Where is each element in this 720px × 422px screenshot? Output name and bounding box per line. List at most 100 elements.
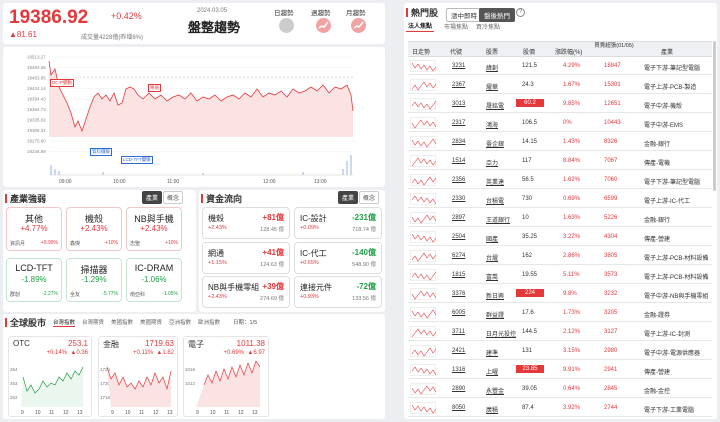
table-row[interactable]: 2897 王道銀行 10 1.63% 5226 金融-銀行 [408,210,712,227]
stock-code[interactable]: 3231 [452,63,465,69]
help-icon[interactable]: ? [516,8,525,17]
capital-card[interactable]: 連接元件 -72億 +0.93% 133.56 億 [294,276,382,308]
stock-net: 15301 [604,82,621,88]
stock-name[interactable]: 永豐金 [486,386,504,395]
stock-code[interactable]: 1316 [452,367,465,373]
stock-name[interactable]: 台積電 [486,196,504,205]
trend-month-icon[interactable] [351,18,366,33]
stock-code[interactable]: 6274 [452,253,465,259]
hot-tab-institutional[interactable]: 法人焦點 [406,20,435,32]
stock-name[interactable]: 新日興 [486,291,504,300]
stock-code[interactable]: 2356 [452,177,465,183]
table-row[interactable]: 3231 緯創 121.5 4.29% 18847 電子下游-筆記型電腦 [408,58,712,75]
stock-code[interactable]: 6005 [452,310,465,316]
table-row[interactable]: 2504 國產 35.25 3.22% 4304 傳產-營建 [408,229,712,246]
table-row[interactable]: 1815 富喬 19.55 5.11% 3573 電子上游-PCB-材料設備 [408,267,712,284]
industry-card[interactable]: 其他 +4.77% 資訊月 +9.99% [6,207,62,251]
stock-code[interactable]: 8050 [452,405,465,411]
table-row[interactable]: 8050 廣積 87.4 3.92% 2744 電子下游-工業電腦 [408,400,712,417]
stock-code[interactable]: 2367 [452,82,465,88]
stock-code[interactable]: 2834 [452,139,465,145]
stock-code[interactable]: 2421 [452,348,465,354]
capital-card[interactable]: IC-代工 -140億 +0.65% 548.90 億 [294,242,382,274]
trend-week-icon[interactable] [316,18,331,33]
table-row[interactable]: 3013 晟銘電 60.2 9.85% 12651 電子中游-機殼 [408,96,712,113]
stock-price: 87.4 [522,405,534,411]
table-row[interactable]: 3711 日月光投控 144.5 2.12% 3127 電子上游-IC-封測 [408,324,712,341]
stock-name[interactable]: 亞力 [486,158,498,167]
stock-code[interactable]: 2330 [452,196,465,202]
global-tab[interactable]: 歐洲指數 [198,318,220,326]
stock-name[interactable]: 台燿 [486,253,498,262]
global-tab[interactable]: 台灣期貨 [82,318,104,326]
stock-code[interactable]: 2504 [452,234,465,240]
stock-name[interactable]: 英業達 [486,177,504,186]
industry-card[interactable]: LCD-TFT -1.89% 群創 -2.27% [6,258,62,302]
intraday-chart[interactable]: 19513.27 19483.56 19453.85 19424.14 19394.43… [3,47,385,187]
stock-name[interactable]: 晟銘電 [486,101,504,110]
global-tab[interactable]: 台灣指數 [53,318,76,327]
global-tab[interactable]: 美國指數 [111,318,133,326]
hot-tab-market[interactable]: 市場焦點 [442,21,470,32]
stock-code[interactable]: 2897 [452,215,465,221]
table-row[interactable]: 1514 亞力 117 8.84% 7067 傳產-電機 [408,153,712,170]
stock-pct: 3.92% [563,405,581,411]
market-card[interactable]: OTC 253.1 +0.14% ▲0.36 254 253 252 9 10 11 12 13 [8,336,92,417]
stock-name[interactable]: 上曜 [486,367,498,376]
stock-name[interactable]: 國產 [486,234,498,243]
stock-name[interactable]: 群益證 [486,310,504,319]
stock-name[interactable]: 臺企銀 [486,139,504,148]
stock-name[interactable]: 燿華 [486,82,498,91]
capital-card[interactable]: IC-設計 -231億 +0.09% 718.74 億 [294,207,382,239]
industry-card[interactable]: 掃描器 -1.29% 全友 -5.77% [66,258,122,302]
stock-code[interactable]: 3013 [452,101,465,107]
index-volume: 成交量4228億(昨增6%) [81,35,144,41]
stock-code[interactable]: 2890 [452,386,465,392]
industry-card[interactable]: NB與手機 +2.43% 志聖 +10% [126,207,182,251]
scrollbar[interactable] [713,41,716,191]
capital-card[interactable]: 網通 +41億 +1.15% 124.63 億 [202,242,290,274]
stock-code[interactable]: 1815 [452,272,465,278]
table-row[interactable]: 2317 鴻海 106.5 0% 10443 電子中游-EMS [408,115,712,132]
stock-name[interactable]: 王道銀行 [486,215,510,224]
stock-industry: 電子中游-NB與手機零組 [644,294,709,300]
stock-code[interactable]: 2317 [452,120,465,126]
market-card[interactable]: 電子 1011.38 +0.69% ▲6.97 1016 1012 9 10 11 12 13 [183,336,269,417]
industry-tab-industry[interactable]: 產業 [142,191,163,204]
stock-name[interactable]: 建準 [486,348,498,357]
stock-name[interactable]: 緯創 [486,63,498,72]
trend-day-icon[interactable] [279,18,294,33]
capital-card[interactable]: NB與手機零組 +39億 +2.43% 274.69 億 [202,276,290,308]
stock-name[interactable]: 廣積 [486,405,498,414]
stock-code[interactable]: 3711 [452,329,465,335]
table-row[interactable]: 2890 永豐金 39.05 0.64% 2845 金融-金控 [408,381,712,398]
hot-subtab-afterhours[interactable]: 盤後熱門 [479,8,515,22]
capital-card[interactable]: 機殼 +81億 +2.43% 128.45 億 [202,207,290,239]
market-card[interactable]: 金融 1719.63 +0.11% ▲1.82 1724 1720 1718 9 10 11 12… [98,336,178,417]
stock-net: 2845 [604,386,618,392]
table-row[interactable]: 2367 燿華 24.3 1.67% 15301 電子上游-PCB-製造 [408,77,712,94]
capital-tab-industry[interactable]: 產業 [338,191,359,204]
capital-tab-concept[interactable]: 概念 [359,191,380,204]
global-tab[interactable]: 美國期貨 [140,318,162,326]
global-tab[interactable]: 亞洲指數 [169,318,191,326]
table-row[interactable]: 6005 群益證 17.6 1.73% 3205 金融-證券 [408,305,712,322]
table-row[interactable]: 2356 英業達 56.5 1.62% 7060 電子下游-筆記型電腦 [408,172,712,189]
table-row[interactable]: 3376 新日興 224 9.8% 3232 電子中游-NB與手機零組 [408,286,712,303]
stock-code[interactable]: 3376 [452,291,465,297]
chart-annotation-3: 質料價暖 [90,148,112,156]
industry-tab-concept[interactable]: 概念 [163,191,184,204]
table-row[interactable]: 2834 臺企銀 14.15 1.43% 8326 金融-銀行 [408,134,712,151]
table-row[interactable]: 1316 上曜 23.85 9.91% 2941 傳產-營建 [408,362,712,379]
stock-name[interactable]: 日月光投控 [486,329,516,338]
table-row[interactable]: 2421 建準 131 3.15% 2980 電子中游-電源供應器 [408,343,712,360]
stock-name[interactable]: 富喬 [486,272,498,281]
hot-subtab-realtime[interactable]: 漲中即時 [446,8,482,22]
stock-name[interactable]: 鴻海 [486,120,498,129]
hot-tab-cold[interactable]: 買冷焦點 [474,21,502,32]
industry-card[interactable]: 機殼 +2.43% 鑫傑 +10% [66,207,122,251]
table-row[interactable]: 2330 台積電 730 0.69% 6599 電子上游-IC-代工 [408,191,712,208]
industry-card[interactable]: IC-DRAM -1.06% 南亞科 -1.05% [126,258,182,302]
stock-code[interactable]: 1514 [452,158,465,164]
table-row[interactable]: 6274 台燿 162 2.86% 3805 電子上游-PCB-材料設備 [408,248,712,265]
